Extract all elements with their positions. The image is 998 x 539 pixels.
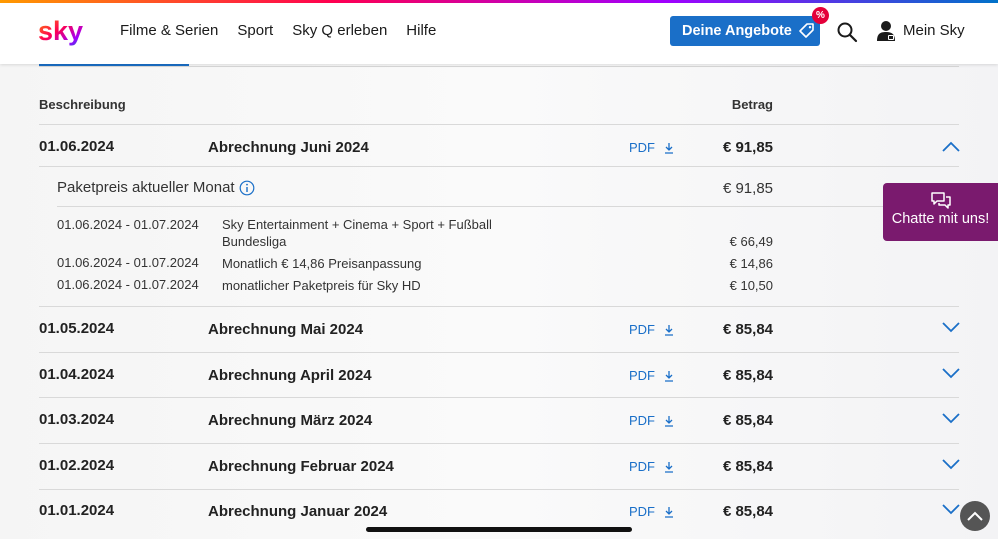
invoice-title: Abrechnung Mai 2024	[208, 321, 364, 338]
download-icon	[665, 506, 673, 518]
scroll-to-top-button[interactable]	[960, 501, 990, 531]
invoice-list-area	[0, 64, 998, 539]
download-icon	[665, 461, 673, 473]
invoice-amount: € 91,85	[722, 139, 773, 156]
home-indicator-bar	[366, 527, 632, 532]
line-item-period: 01.06.2024 - 01.07.2024	[57, 255, 199, 270]
pdf-download-link[interactable]: PDF	[629, 140, 675, 155]
chat-bubbles-icon	[930, 192, 951, 209]
line-item-amount: € 10,50	[729, 278, 773, 293]
divider	[39, 306, 959, 307]
column-header-amount: Betrag	[731, 97, 773, 112]
line-item-period: 01.06.2024 - 01.07.2024	[57, 217, 199, 232]
pdf-label: PDF	[629, 368, 655, 383]
nav-filme-serien[interactable]: Filme & Serien	[120, 22, 218, 39]
offers-percent-badge: %	[812, 7, 829, 24]
line-item-description: monatlicher Paketpreis für Sky HD	[222, 278, 421, 293]
chevron-down-icon[interactable]	[941, 502, 961, 516]
nav-hilfe[interactable]: Hilfe	[406, 22, 436, 39]
chevron-down-icon[interactable]	[941, 366, 961, 380]
divider	[57, 206, 883, 207]
invoice-date: 01.06.2024	[39, 138, 115, 155]
pdf-label: PDF	[629, 140, 655, 155]
pdf-download-link[interactable]: PDF	[629, 504, 675, 519]
chevron-down-icon[interactable]	[941, 411, 961, 425]
pdf-download-link[interactable]: PDF	[629, 368, 675, 383]
package-price-label: Paketpreis aktueller Monat	[57, 179, 255, 196]
tag-icon	[799, 23, 814, 38]
main-nav: Filme & Serien Sport Sky Q erleben Hilfe	[120, 22, 436, 39]
line-item-amount: € 14,86	[729, 256, 773, 271]
invoice-title: Abrechnung April 2024	[208, 367, 372, 384]
divider	[39, 397, 959, 398]
invoice-amount: € 85,84	[722, 367, 773, 384]
chevron-down-icon[interactable]	[941, 457, 961, 471]
download-icon	[665, 370, 673, 382]
chevron-up-icon[interactable]	[941, 140, 961, 154]
invoice-date: 01.03.2024	[39, 411, 115, 428]
download-icon	[665, 415, 673, 427]
package-price-amount: € 91,85	[722, 180, 773, 197]
package-price-text: Paketpreis aktueller Monat	[57, 179, 235, 196]
nav-sport[interactable]: Sport	[237, 22, 273, 39]
pdf-download-link[interactable]: PDF	[629, 459, 675, 474]
divider	[39, 489, 959, 490]
invoice-date: 01.01.2024	[39, 502, 115, 519]
invoice-title: Abrechnung Januar 2024	[208, 503, 388, 520]
divider	[39, 352, 959, 353]
line-item-amount: € 66,49	[729, 234, 773, 249]
top-navigation-bar: sky Filme & Serien Sport Sky Q erleben H…	[0, 0, 998, 64]
chat-button[interactable]: Chatte mit uns!	[883, 183, 998, 241]
line-item-period: 01.06.2024 - 01.07.2024	[57, 277, 199, 292]
divider	[39, 443, 959, 444]
nav-sky-q-erleben[interactable]: Sky Q erleben	[292, 22, 387, 39]
line-item-description: Monatlich € 14,86 Preisanpassung	[222, 256, 422, 271]
divider	[39, 124, 959, 125]
pdf-label: PDF	[629, 504, 655, 519]
pdf-download-link[interactable]: PDF	[629, 322, 675, 337]
invoice-amount: € 85,84	[722, 503, 773, 520]
user-icon[interactable]	[875, 20, 897, 42]
column-header-description: Beschreibung	[39, 97, 126, 112]
tab-divider	[39, 66, 959, 67]
invoice-amount: € 85,84	[722, 458, 773, 475]
chat-button-label: Chatte mit uns!	[891, 211, 990, 227]
search-icon[interactable]	[836, 21, 858, 43]
chevron-up-icon	[967, 511, 983, 521]
invoice-title: Abrechnung März 2024	[208, 412, 373, 429]
brand-gradient-strip	[0, 0, 998, 3]
pdf-label: PDF	[629, 413, 655, 428]
mein-sky-link[interactable]: Mein Sky	[903, 22, 965, 39]
pdf-label: PDF	[629, 322, 655, 337]
svg-text:sky: sky	[38, 16, 83, 46]
invoice-date: 01.02.2024	[39, 457, 115, 474]
invoice-title: Abrechnung Februar 2024	[208, 458, 394, 475]
pdf-download-link[interactable]: PDF	[629, 413, 675, 428]
info-icon[interactable]	[239, 180, 255, 196]
line-item-description: Sky Entertainment + Cinema + Sport + Fuß…	[222, 217, 492, 249]
invoice-date: 01.05.2024	[39, 320, 115, 337]
pdf-label: PDF	[629, 459, 655, 474]
invoice-date: 01.04.2024	[39, 366, 115, 383]
invoice-title: Abrechnung Juni 2024	[208, 139, 369, 156]
offers-button[interactable]: Deine Angebote	[670, 16, 820, 46]
download-icon	[665, 324, 673, 336]
chevron-down-icon[interactable]	[941, 320, 961, 334]
offers-button-label: Deine Angebote	[682, 23, 792, 39]
download-icon	[665, 142, 673, 154]
invoice-amount: € 85,84	[722, 412, 773, 429]
divider	[39, 166, 959, 167]
sky-logo[interactable]: sky	[38, 16, 88, 48]
invoice-amount: € 85,84	[722, 321, 773, 338]
